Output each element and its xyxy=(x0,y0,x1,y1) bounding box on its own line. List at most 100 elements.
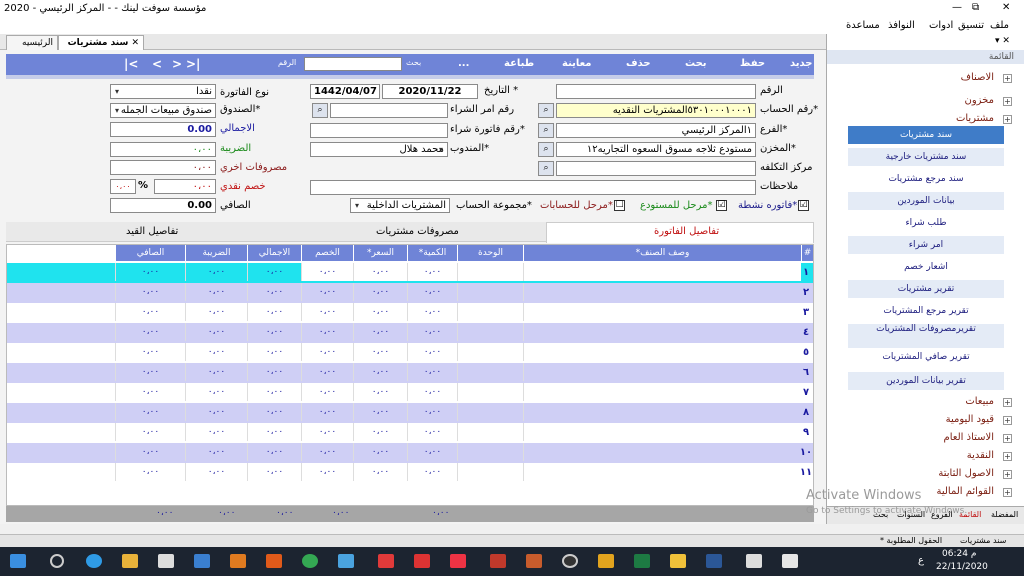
posted-store-checkbox[interactable]: ☑ xyxy=(716,200,727,211)
app-icon[interactable] xyxy=(338,554,354,568)
grid-cell[interactable] xyxy=(457,443,523,461)
grid-cell[interactable]: ٠،٠٠ xyxy=(247,283,301,301)
grid-cell[interactable]: ٠،٠٠ xyxy=(115,363,185,381)
grid-cell[interactable]: ٠،٠٠ xyxy=(185,283,247,301)
grid-cell[interactable]: ٠،٠٠ xyxy=(115,463,185,481)
tab-home[interactable]: الرئيسيه xyxy=(6,35,58,50)
clock-time[interactable]: 06:24 م xyxy=(942,549,976,559)
search-icon[interactable] xyxy=(50,554,64,568)
grid-cell[interactable]: ٠،٠٠ xyxy=(301,463,353,481)
preview-button[interactable]: معاينة xyxy=(562,58,592,69)
sidebar-group[interactable]: قيود اليومية xyxy=(946,414,994,425)
sidebar-item[interactable]: بيانات الموردين xyxy=(848,192,1004,210)
discount-value-field[interactable]: ٠،٠٠ xyxy=(154,179,216,194)
grid-cell[interactable]: ٠،٠٠ xyxy=(115,443,185,461)
app-icon[interactable] xyxy=(266,554,282,568)
date-gregorian-field[interactable]: 2020/11/22 xyxy=(382,84,478,99)
grid-cell[interactable]: ٠،٠٠ xyxy=(353,383,407,401)
tab-purchase-voucher[interactable]: ✕ سند مشتريات xyxy=(58,35,144,50)
grid-cell[interactable]: ٠،٠٠ xyxy=(407,403,457,421)
grid-cell[interactable]: ٠،٠٠ xyxy=(115,303,185,321)
start-icon[interactable] xyxy=(10,554,26,568)
grid-cell[interactable]: ٠،٠٠ xyxy=(115,283,185,301)
grid-cell[interactable]: ٠،٠٠ xyxy=(185,303,247,321)
cell-description[interactable] xyxy=(523,443,801,461)
sidebar-item[interactable]: تقرير مشتريات xyxy=(848,280,1004,298)
grid-cell[interactable]: ٠،٠٠ xyxy=(353,443,407,461)
notes-field[interactable] xyxy=(310,180,756,195)
purchase-invoice-field[interactable] xyxy=(310,123,448,138)
grid-cell[interactable]: ٠،٠٠ xyxy=(353,463,407,481)
chevron-down-icon[interactable]: ▾ xyxy=(112,85,122,98)
grid-cell[interactable]: ٠،٠٠ xyxy=(301,443,353,461)
grid-cell[interactable]: ٠،٠٠ xyxy=(247,403,301,421)
table-row[interactable]: ٢ ٠،٠٠ ٠،٠٠ ٠،٠٠ ٠،٠٠ ٠،٠٠ ٠،٠٠ xyxy=(7,283,813,303)
restore-button[interactable]: ⧉ xyxy=(972,2,979,13)
store-icon[interactable] xyxy=(158,554,174,568)
save-button[interactable]: حفظ xyxy=(740,58,765,69)
grid-cell[interactable]: ٠،٠٠ xyxy=(407,303,457,321)
cell-description[interactable] xyxy=(523,283,801,301)
fund-select[interactable]: صندوق مبيعات الجمله xyxy=(110,103,216,118)
grid-cell[interactable]: ٠،٠٠ xyxy=(353,323,407,341)
sidebar-group-inventory[interactable]: مخزون xyxy=(964,95,994,106)
table-row[interactable]: ٥ ٠،٠٠ ٠،٠٠ ٠،٠٠ ٠،٠٠ ٠،٠٠ ٠،٠٠ xyxy=(7,343,813,363)
grid-cell[interactable] xyxy=(457,323,523,341)
posted-accounts-checkbox[interactable]: ☐ xyxy=(614,200,625,211)
sidebar-item[interactable]: سند مشتريات خارجية xyxy=(848,148,1004,166)
word-icon[interactable] xyxy=(706,554,722,568)
app-icon[interactable] xyxy=(598,554,614,568)
sidebar-group[interactable]: مبيعات xyxy=(965,396,994,407)
table-row[interactable]: ٤ ٠،٠٠ ٠،٠٠ ٠،٠٠ ٠،٠٠ ٠،٠٠ ٠،٠٠ xyxy=(7,323,813,343)
cell-description[interactable] xyxy=(523,383,801,401)
active-invoice-checkbox[interactable]: ☑ xyxy=(798,200,809,211)
grid-cell[interactable]: ٠،٠٠ xyxy=(353,423,407,441)
grid-cell[interactable]: ٠،٠٠ xyxy=(247,463,301,481)
nav-prev-button[interactable]: < xyxy=(152,57,162,71)
grid-cell[interactable]: ٠،٠٠ xyxy=(353,403,407,421)
chevron-down-icon[interactable]: ▾ xyxy=(352,199,362,212)
sidebar-group-items[interactable]: الاصناف xyxy=(961,72,994,83)
grid-cell[interactable] xyxy=(457,383,523,401)
grid-cell[interactable]: ٠،٠٠ xyxy=(185,463,247,481)
grid-cell[interactable] xyxy=(457,403,523,421)
cell-description[interactable] xyxy=(523,463,801,481)
table-row[interactable]: ٣ ٠،٠٠ ٠،٠٠ ٠،٠٠ ٠،٠٠ ٠،٠٠ ٠،٠٠ xyxy=(7,303,813,323)
sidebar-item[interactable]: سند مشتريات xyxy=(848,126,1004,144)
grid-cell[interactable]: ٠،٠٠ xyxy=(407,343,457,361)
grid-cell[interactable]: ٠،٠٠ xyxy=(353,263,407,281)
anydesk-icon[interactable] xyxy=(414,554,430,568)
chevron-down-icon[interactable]: ▾ xyxy=(436,143,446,156)
grid-cell[interactable]: ٠،٠٠ xyxy=(247,263,301,281)
grid-cell[interactable]: ٠،٠٠ xyxy=(185,383,247,401)
tab-entry-details[interactable]: تفاصيل القيد xyxy=(126,226,178,237)
invoice-type-select[interactable]: نقدا xyxy=(110,84,216,99)
cell-description[interactable] xyxy=(523,303,801,321)
cell-description[interactable] xyxy=(523,423,801,441)
grid-cell[interactable]: ٠،٠٠ xyxy=(115,403,185,421)
sidebar-pin-icon[interactable]: ▾ ✕ xyxy=(995,36,1010,46)
po-lookup-icon[interactable]: ⌕ xyxy=(312,103,328,118)
sidebar-item[interactable]: امر شراء xyxy=(848,236,1004,254)
grid-cell[interactable]: ٠،٠٠ xyxy=(353,363,407,381)
cell-description[interactable] xyxy=(523,363,801,381)
sidebar-group[interactable]: القوائم المالية xyxy=(936,486,994,497)
sidebar-item[interactable]: تقرير بيانات الموردين xyxy=(848,372,1004,390)
grid-cell[interactable]: ٠،٠٠ xyxy=(301,343,353,361)
account-field[interactable]: ٥٣٠١٠٠٠١٠٠٠١المشتريات النقديه xyxy=(556,103,756,118)
grid-cell[interactable]: ٠،٠٠ xyxy=(301,263,353,281)
date-hijri-field[interactable]: 1442/04/07 xyxy=(310,84,380,99)
menu-tools[interactable]: ادوات xyxy=(929,20,953,31)
sidebar-group[interactable]: الاصول الثابتة xyxy=(938,468,994,479)
app-icon[interactable] xyxy=(378,554,394,568)
chevron-down-icon[interactable]: ▾ xyxy=(112,104,122,117)
grid-cell[interactable]: ٠،٠٠ xyxy=(407,263,457,281)
grid-cell[interactable]: ٠،٠٠ xyxy=(247,303,301,321)
store-field[interactable]: مستودع ثلاجه مسوق السعوه التجاريه١٢ xyxy=(556,142,756,157)
grid-cell[interactable]: ٠،٠٠ xyxy=(115,383,185,401)
nav-first-button[interactable]: |< xyxy=(124,57,138,71)
table-row[interactable]: ٦ ٠،٠٠ ٠،٠٠ ٠،٠٠ ٠،٠٠ ٠،٠٠ ٠،٠٠ xyxy=(7,363,813,383)
expand-icon[interactable]: + xyxy=(1003,398,1012,407)
mail-icon[interactable] xyxy=(194,554,210,568)
grid-cell[interactable]: ٠،٠٠ xyxy=(353,303,407,321)
